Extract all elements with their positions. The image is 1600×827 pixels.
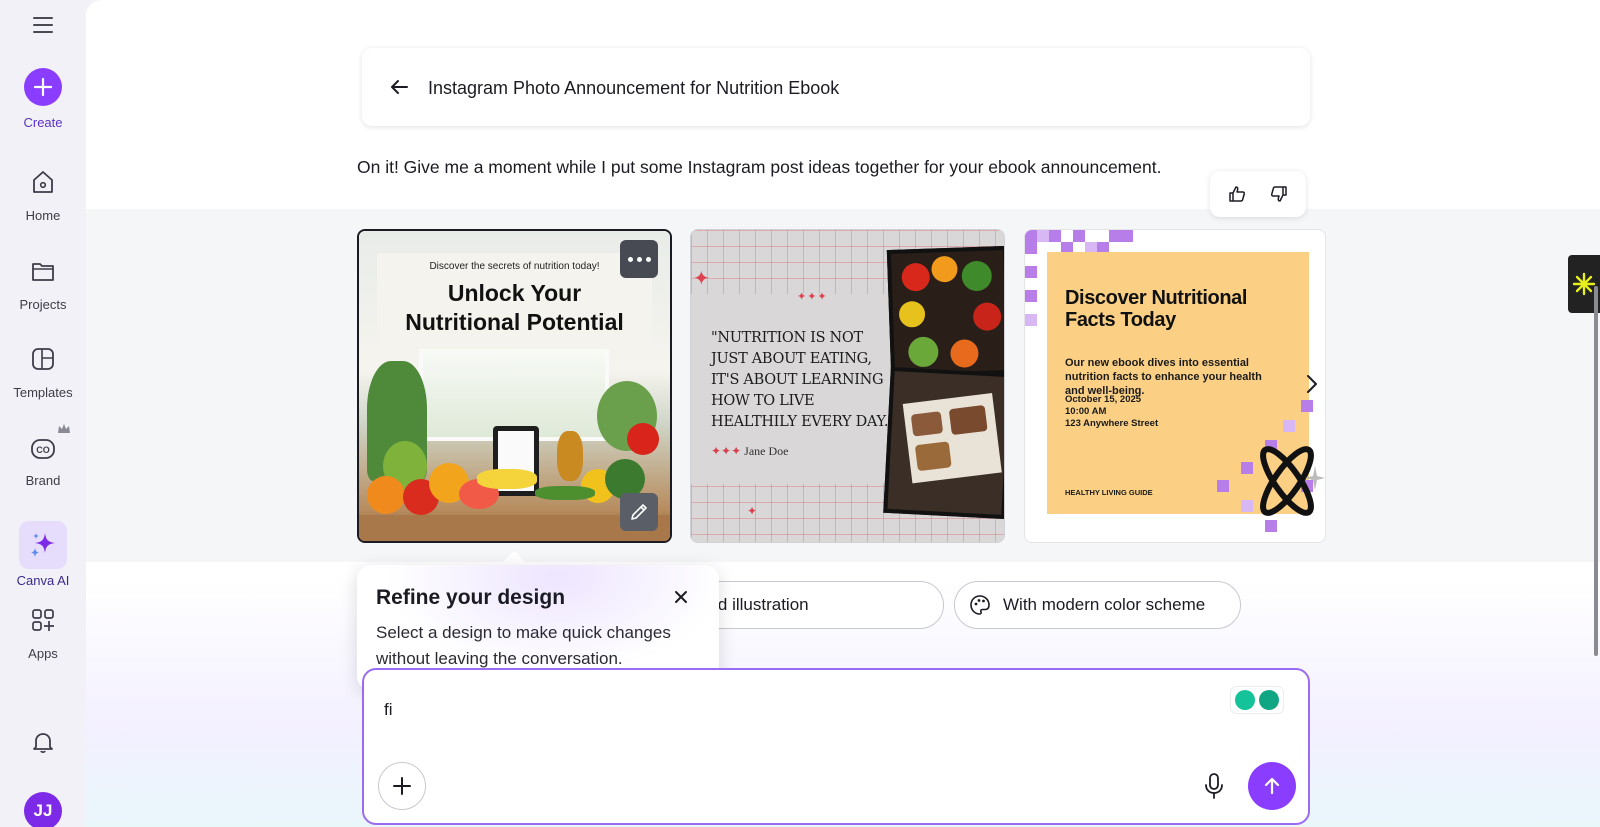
design-3-guide-label: HEALTHY LIVING GUIDE (1065, 488, 1153, 497)
sparkle-decoration-icon: ✦ (693, 268, 710, 290)
close-icon[interactable] (671, 587, 691, 607)
vegetables-photo (886, 245, 1004, 379)
back-arrow-icon[interactable] (388, 76, 410, 98)
asterisk-icon (1572, 272, 1596, 296)
sidebar-item-label: Home (25, 208, 61, 223)
design-3-title: Discover Nutritional Facts Today (1065, 287, 1248, 331)
plus-icon (33, 77, 53, 97)
chat-composer[interactable]: fi (362, 668, 1310, 825)
chat-input[interactable]: fi (384, 700, 393, 720)
sidebar-item-label: Canva AI (16, 573, 70, 588)
thumbs-up-icon[interactable] (1226, 183, 1248, 205)
create-button[interactable] (24, 68, 62, 106)
tooltip-title: Refine your design (376, 586, 566, 609)
sidebar-item-label: Templates (13, 385, 73, 400)
sidebar-item-canva-ai[interactable] (19, 521, 67, 569)
design-option-3[interactable]: Discover Nutritional Facts Today Our new… (1024, 229, 1326, 543)
home-icon (33, 171, 53, 193)
main-panel: Instagram Photo Announcement for Nutriti… (86, 0, 1600, 827)
design-3-body: Our new ebook dives into essential nutri… (1065, 357, 1262, 397)
conversation-header: Instagram Photo Announcement for Nutriti… (362, 48, 1310, 126)
menu-icon[interactable] (31, 14, 55, 36)
suggestion-chip-label: With modern color scheme (1003, 595, 1206, 614)
palette-icon (970, 595, 990, 615)
apps-icon (32, 609, 54, 631)
sidebar-item-projects[interactable]: Projects (0, 257, 86, 337)
avatar[interactable]: JJ (24, 792, 62, 827)
thumbs-down-icon[interactable] (1268, 183, 1290, 205)
book-photo (883, 366, 1004, 520)
design-option-1[interactable]: Discover the secrets of nutrition today!… (357, 229, 672, 543)
svg-text:CO: CO (36, 445, 50, 455)
sparkle-decoration-icon: ✦ (747, 504, 758, 518)
grammarly-widget[interactable] (1230, 686, 1284, 714)
feedback-buttons (1210, 171, 1306, 217)
pencil-icon (631, 504, 647, 520)
stars-decoration: ✦✦✦ (797, 291, 828, 303)
sidebar-item-label: Brand (25, 473, 61, 488)
sparkle-icon (31, 533, 55, 557)
scrollbar[interactable] (1594, 286, 1598, 656)
more-options-button[interactable] (620, 240, 658, 278)
design-2-author: ✦✦✦ Jane Doe (711, 444, 789, 458)
design-2-quote: "NUTRITION IS NOT JUST ABOUT EATING, IT'… (711, 330, 895, 430)
design-1-headline: Unlock Your Nutritional Potential (405, 280, 624, 335)
bell-icon[interactable] (29, 728, 57, 756)
folder-icon (32, 263, 54, 281)
sidebar-item-apps[interactable]: Apps (0, 606, 86, 686)
brand-icon: CO (31, 439, 55, 459)
tooltip-body: Select a design to make quick changes wi… (376, 623, 671, 668)
suggestion-chip[interactable]: ood illustration (690, 581, 944, 629)
sidebar: Create Home Projects Templates CO Brand … (0, 0, 86, 827)
sidebar-item-templates[interactable]: Templates (0, 345, 86, 425)
sidebar-item-home[interactable]: Home (0, 168, 86, 248)
microphone-icon[interactable] (1202, 772, 1226, 800)
atom-graphic (1260, 446, 1325, 516)
design-3-event-details: October 15, 2025 10:00 AM 123 Anywhere S… (1065, 394, 1159, 429)
arrow-up-icon (1264, 777, 1280, 795)
crown-icon (58, 424, 70, 433)
templates-icon (32, 348, 54, 370)
grammarly-icon (1259, 690, 1279, 710)
edit-design-button[interactable] (620, 493, 658, 531)
sidebar-item-brand[interactable]: CO Brand (0, 424, 86, 513)
assistant-reply: On it! Give me a moment while I put some… (357, 157, 1162, 177)
design-1-tagline: Discover the secrets of nutrition today! (429, 261, 600, 272)
conversation-title: Instagram Photo Announcement for Nutriti… (428, 78, 840, 98)
lightbulb-icon (1235, 690, 1255, 710)
sidebar-item-label: Projects (19, 297, 67, 312)
send-button[interactable] (1248, 762, 1296, 810)
add-attachment-button[interactable] (378, 762, 426, 810)
plus-icon (393, 777, 411, 795)
design-option-2[interactable]: ✦ ✦ ✦✦✦ "NUTRITION IS NOT JUST ABOUT EAT… (690, 229, 1005, 543)
suggestion-chip-modern-colors[interactable]: With modern color scheme (954, 581, 1241, 629)
chevron-right-icon[interactable] (1302, 370, 1322, 398)
sidebar-item-label: Apps (28, 646, 58, 661)
create-label: Create (23, 115, 63, 130)
